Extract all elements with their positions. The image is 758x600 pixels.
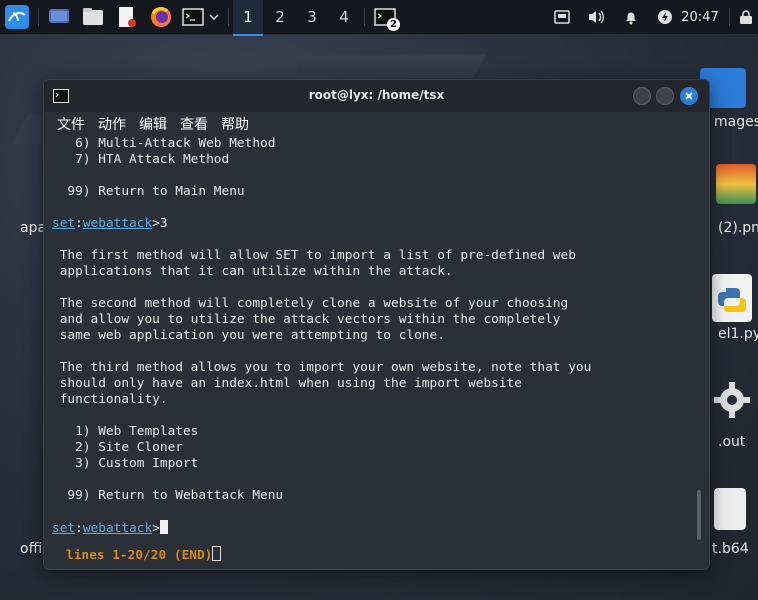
taskbar-separator (364, 8, 365, 26)
terminal-line: 6) Multi-Attack Web Method (52, 136, 276, 151)
chevron-down-icon (209, 14, 219, 21)
terminal-line: applications that it can utilize within … (52, 264, 453, 279)
workspace-2[interactable]: 2 (265, 0, 295, 34)
terminal-line: The first method will allow SET to impor… (52, 248, 576, 263)
gear-file-icon[interactable] (712, 380, 752, 420)
text-editor-button[interactable] (114, 0, 140, 34)
menu-view[interactable]: 查看 (167, 112, 208, 136)
terminal-line: 2) Site Cloner (52, 440, 183, 455)
close-button[interactable] (680, 87, 698, 105)
terminal-cursor (159, 520, 168, 534)
terminal-output[interactable]: 6) Multi-Attack Web Method 7) HTA Attack… (52, 136, 689, 555)
minimize-button[interactable] (633, 87, 651, 105)
desktop-label: .out (718, 434, 746, 450)
window-title: root@lyx: /home/tsx (308, 88, 445, 102)
terminal-window[interactable]: root@lyx: /home/tsx 文件 动作 编辑 查看 帮助 6) Mu… (43, 79, 710, 570)
network-icon (554, 10, 570, 24)
desktop-label: mages (714, 114, 758, 130)
prompt-module: webattack (82, 521, 153, 536)
prompt-set: set (52, 521, 76, 536)
network-status-button[interactable] (550, 0, 574, 34)
power-icon (658, 10, 672, 24)
terminal-line: 99) Return to Main Menu (52, 184, 245, 199)
terminal-line: set:webattack>3 (52, 216, 168, 231)
firefox-icon (151, 7, 171, 27)
text-editor-icon (119, 7, 136, 27)
terminal-line: should only have an index.html when usin… (52, 376, 522, 391)
menu-actions[interactable]: 动作 (85, 112, 126, 136)
terminal-line: The third method allows you to import yo… (52, 360, 592, 375)
files-button[interactable] (80, 0, 106, 34)
taskbar-separator (729, 8, 730, 26)
workspace-1[interactable]: 1 (233, 0, 263, 36)
python-file-icon[interactable] (712, 274, 752, 322)
volume-button[interactable] (584, 0, 608, 34)
terminal-launcher-button[interactable] (180, 0, 206, 34)
close-icon (685, 92, 693, 100)
task-count-badge: 2 (387, 18, 400, 31)
pager-status-text: lines 1-20/20 (END) (66, 548, 213, 563)
terminal-line: 7) HTA Attack Method (52, 152, 230, 167)
desktop-icon (49, 9, 69, 23)
terminal-line: The second method will completely clone … (52, 296, 569, 311)
files-icon (83, 8, 103, 25)
document-file-icon[interactable] (714, 488, 746, 530)
window-titlebar[interactable]: root@lyx: /home/tsx (44, 80, 709, 112)
terminal-task-button[interactable]: 2 (370, 0, 400, 34)
show-desktop-button[interactable] (46, 0, 72, 34)
desktop-image-icon[interactable] (716, 164, 756, 204)
kali-menu-icon (5, 5, 29, 29)
taskbar-separator (38, 8, 39, 26)
terminal-line: and allow you to utilize the attack vect… (52, 312, 561, 327)
firefox-button[interactable] (148, 0, 174, 34)
wallpaper-shape (293, 54, 487, 78)
terminal-line: 99) Return to Webattack Menu (52, 488, 284, 503)
workspace-3[interactable]: 3 (297, 0, 327, 34)
lock-screen-button[interactable] (736, 0, 756, 34)
terminal-icon (182, 8, 204, 26)
prompt-symbol: > (152, 521, 160, 536)
terminal-line: set:webattack> (52, 520, 689, 536)
kali-menu-button[interactable] (4, 0, 30, 34)
clock[interactable]: 20:47 (680, 0, 720, 34)
lock-icon (740, 10, 752, 24)
pager-status-line: lines 1-20/20 (END) (66, 546, 222, 563)
desktop-label: (2).pn (718, 220, 758, 236)
volume-icon (589, 10, 604, 24)
maximize-button[interactable] (656, 87, 674, 105)
launcher-dropdown-button[interactable] (206, 0, 222, 34)
taskbar: 1 2 3 4 2 20:47 (0, 0, 758, 36)
taskbar-separator (228, 8, 229, 26)
prompt-module: webattack (82, 216, 153, 231)
terminal-scrollbar[interactable] (697, 490, 701, 540)
pager-cursor (212, 546, 222, 561)
workspace-4[interactable]: 4 (329, 0, 359, 34)
menu-edit[interactable]: 编辑 (126, 112, 167, 136)
power-button[interactable] (653, 0, 677, 34)
bell-icon (626, 12, 636, 25)
menu-bar: 文件 动作 编辑 查看 帮助 (44, 112, 709, 136)
terminal-line: functionality. (52, 392, 168, 407)
terminal-line: 1) Web Templates (52, 424, 199, 439)
desktop-label: el1.py (718, 326, 758, 342)
terminal-line: 3) Custom Import (52, 456, 199, 471)
terminal-line: same web application you were attempting… (52, 328, 445, 343)
menu-file[interactable]: 文件 (44, 112, 85, 136)
prompt-set: set (52, 216, 76, 231)
prompt-symbol: >3 (152, 216, 168, 231)
menu-help[interactable]: 帮助 (208, 112, 249, 136)
desktop-label: t.b64 (712, 541, 749, 557)
notifications-button[interactable] (619, 0, 643, 34)
